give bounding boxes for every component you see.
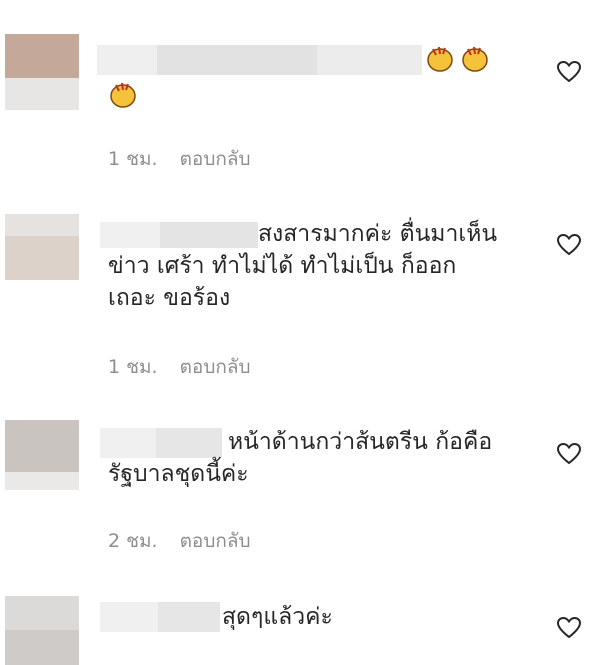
comment-time: 1 ชม. [108,148,158,170]
clapping-hands-emoji [110,82,136,108]
comment-meta: 2 ชม. ตอบกลับ [108,526,251,556]
clapping-hands-emoji [427,46,453,72]
comment-time: 2 ชม. [108,530,158,552]
comment-text: หน้าด้านกว่าส้นตรีน ก้อคือ รัฐบาลชุดนี้ค… [108,429,493,487]
comment-text: สุดๆแล้วค่ะ [222,604,333,630]
blurred-username[interactable] [100,602,220,632]
comment-meta: 1 ชม. ตอบกลับ [108,144,251,174]
avatar[interactable] [5,34,79,110]
reply-button[interactable]: ตอบกลับ [180,356,251,378]
comment-meta: 1 ชม. ตอบกลับ [108,352,251,382]
reply-button[interactable]: ตอบกลับ [180,148,251,170]
heart-outline-icon[interactable] [556,616,582,640]
avatar[interactable] [5,214,79,280]
comment-time: 1 ชม. [108,356,158,378]
comment-text: สงสารมากค่ะ ตื่นมาเห็น ข่าว เศร้า ทำไม่ไ… [108,221,498,311]
avatar[interactable] [5,596,79,665]
heart-outline-icon[interactable] [556,442,582,466]
heart-outline-icon[interactable] [556,60,582,84]
avatar[interactable] [5,420,79,490]
clapping-hands-emoji [462,46,488,72]
heart-outline-icon[interactable] [556,233,582,257]
reply-button[interactable]: ตอบกลับ [180,530,251,552]
blurred-username[interactable] [97,45,422,75]
